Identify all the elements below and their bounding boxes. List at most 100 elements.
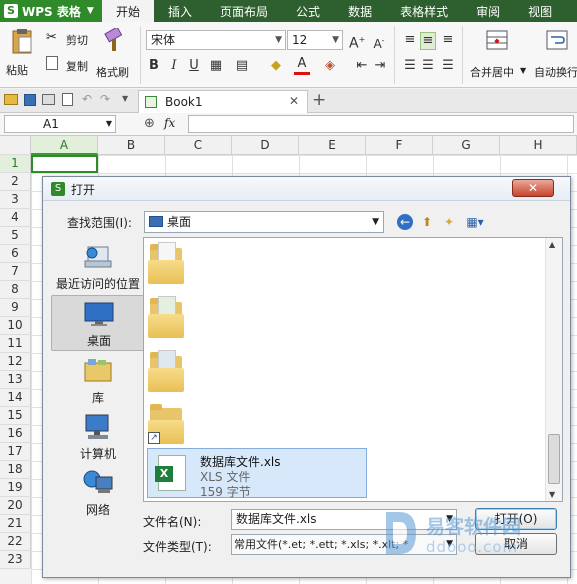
fill-color-icon[interactable]: ◆	[268, 58, 284, 74]
row-header[interactable]: 5	[0, 227, 31, 245]
select-all-corner[interactable]	[0, 136, 31, 155]
menu-tab-insert[interactable]: 插入	[154, 0, 206, 22]
folder-item[interactable]	[148, 294, 184, 338]
scroll-up-icon[interactable]: ▲	[549, 240, 555, 249]
grow-font-icon[interactable]: A+	[349, 32, 365, 52]
row-header[interactable]: 14	[0, 389, 31, 407]
font-color-icon[interactable]: A	[294, 56, 310, 75]
place-computer[interactable]: 计算机	[51, 409, 145, 465]
scroll-down-icon[interactable]: ▼	[549, 490, 555, 499]
menu-tab-view[interactable]: 视图	[514, 0, 566, 22]
clear-format-icon[interactable]: ◈	[322, 58, 338, 74]
italic-icon[interactable]: I	[166, 58, 182, 74]
active-cell[interactable]	[31, 155, 98, 173]
align-left-icon[interactable]: ☰	[402, 58, 418, 74]
zoom-icon[interactable]: ⊕	[144, 116, 155, 131]
row-header[interactable]: 9	[0, 299, 31, 317]
row-header[interactable]: 2	[0, 173, 31, 191]
row-header[interactable]: 1	[0, 155, 31, 173]
folder-item[interactable]	[148, 348, 184, 392]
menu-tab-data[interactable]: 数据	[334, 0, 386, 22]
row-header[interactable]: 16	[0, 425, 31, 443]
column-header[interactable]: H	[500, 136, 577, 155]
menu-tab-review[interactable]: 审阅	[462, 0, 514, 22]
column-header[interactable]: D	[232, 136, 299, 155]
document-tab[interactable]: Book1 ✕	[138, 90, 308, 113]
column-header[interactable]: F	[366, 136, 433, 155]
row-header[interactable]: 6	[0, 245, 31, 263]
menu-tab-page-layout[interactable]: 页面布局	[206, 0, 282, 22]
undo-icon[interactable]: ↶	[82, 92, 92, 106]
row-header[interactable]: 8	[0, 281, 31, 299]
font-name-select[interactable]: 宋体 ▼	[146, 30, 286, 50]
fx-button[interactable]: fx	[164, 116, 175, 130]
format-painter-button[interactable]: 格式刷	[96, 28, 132, 84]
column-header[interactable]: A	[31, 136, 98, 155]
merge-center-button[interactable]: ◆ 合并居中 ▼	[466, 28, 528, 84]
row-header[interactable]: 21	[0, 515, 31, 533]
underline-icon[interactable]: U	[186, 58, 202, 74]
redo-icon[interactable]: ↷	[100, 92, 110, 106]
place-desktop[interactable]: 桌面	[51, 295, 145, 351]
place-network[interactable]: 网络	[51, 465, 145, 521]
copy-button[interactable]: 复制	[46, 56, 94, 74]
app-menu-button[interactable]: S WPS 表格 ▼	[0, 0, 102, 22]
row-header[interactable]: 17	[0, 443, 31, 461]
place-recent[interactable]: 最近访问的位置	[51, 239, 145, 295]
align-bottom-icon[interactable]: ≡	[440, 32, 456, 48]
folder-shortcut-item[interactable]: ↗	[148, 400, 184, 444]
file-item-selected[interactable]: X 数据库文件.xls XLS 文件 159 字节	[147, 448, 367, 499]
indent-increase-icon[interactable]: ⇥	[372, 58, 388, 74]
border-icon[interactable]: ▦	[208, 58, 224, 74]
indent-decrease-icon[interactable]: ⇤	[354, 58, 370, 74]
save-icon[interactable]	[24, 94, 36, 106]
align-center-icon[interactable]: ☰	[420, 58, 436, 74]
row-header[interactable]: 18	[0, 461, 31, 479]
paste-button[interactable]: 粘贴	[6, 28, 38, 84]
cell-style-icon[interactable]: ▤	[234, 58, 250, 74]
open-folder-icon[interactable]	[4, 94, 18, 105]
row-header[interactable]: 11	[0, 335, 31, 353]
align-right-icon[interactable]: ☰	[440, 58, 456, 74]
place-libraries[interactable]: 库	[51, 353, 145, 409]
row-header[interactable]: 19	[0, 479, 31, 497]
folder-item[interactable]	[148, 240, 184, 284]
look-in-select[interactable]: 桌面 ▼	[144, 211, 384, 233]
cut-button[interactable]: ✂ 剪切	[46, 30, 94, 48]
view-menu-icon[interactable]: ▦▾	[463, 214, 487, 230]
formula-input[interactable]	[188, 115, 574, 133]
menu-tab-formulas[interactable]: 公式	[282, 0, 334, 22]
row-header[interactable]: 4	[0, 209, 31, 227]
column-header[interactable]: B	[98, 136, 165, 155]
close-dialog-button[interactable]: ✕	[512, 179, 554, 197]
bold-icon[interactable]: B	[146, 58, 162, 74]
back-icon[interactable]: ←	[397, 214, 413, 230]
new-tab-icon[interactable]: +	[312, 90, 326, 110]
row-header[interactable]: 10	[0, 317, 31, 335]
new-folder-icon[interactable]: ✦	[441, 214, 457, 230]
vertical-scrollbar[interactable]: ▲ ▼	[545, 238, 562, 501]
menu-tab-table-styles[interactable]: 表格样式	[386, 0, 462, 22]
print-icon[interactable]	[42, 94, 55, 105]
customize-dropdown-icon[interactable]: ▼	[122, 94, 128, 103]
column-header[interactable]: E	[299, 136, 366, 155]
shrink-font-icon[interactable]: A-	[371, 33, 387, 52]
scrollbar-thumb[interactable]	[548, 434, 560, 484]
align-middle-icon[interactable]: ≡	[420, 32, 436, 50]
row-header[interactable]: 23	[0, 551, 31, 569]
wrap-text-button[interactable]: 自动换行	[530, 28, 577, 84]
font-size-select[interactable]: 12 ▼	[287, 30, 343, 50]
row-header[interactable]: 20	[0, 497, 31, 515]
menu-tab-home[interactable]: 开始	[102, 0, 155, 22]
column-header[interactable]: G	[433, 136, 500, 155]
row-header[interactable]: 13	[0, 371, 31, 389]
row-header[interactable]: 22	[0, 533, 31, 551]
row-header[interactable]: 12	[0, 353, 31, 371]
row-header[interactable]: 3	[0, 191, 31, 209]
up-folder-icon[interactable]: ⬆	[419, 214, 435, 230]
name-box[interactable]: A1 ▼	[4, 115, 116, 133]
row-header[interactable]: 7	[0, 263, 31, 281]
column-header[interactable]: C	[165, 136, 232, 155]
align-top-icon[interactable]: ≡	[402, 32, 418, 48]
row-header[interactable]: 15	[0, 407, 31, 425]
